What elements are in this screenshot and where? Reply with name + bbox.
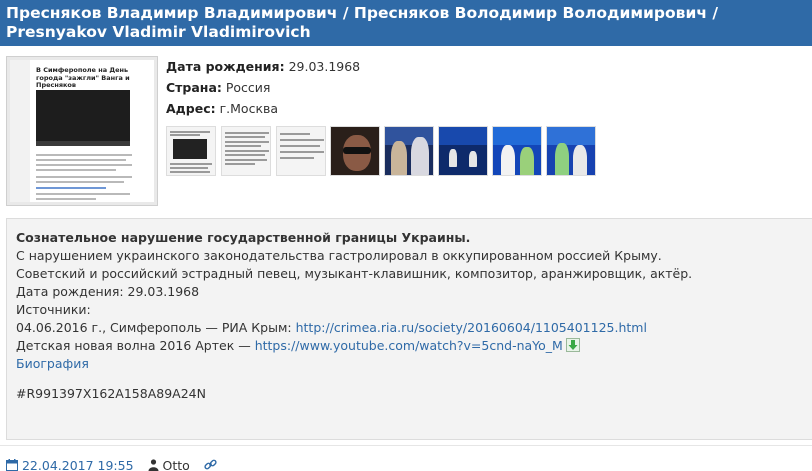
calendar-icon [6,459,18,471]
page-title: Пресняков Владимир Владимирович / Пресня… [6,4,719,41]
country-label: Страна: [166,80,222,95]
source-row: Детская новая волна 2016 Артек — https:/… [16,337,812,355]
gallery-thumbnail[interactable] [166,126,216,176]
gallery-thumbnail[interactable] [276,126,326,176]
post-date[interactable]: 22.04.2017 19:55 [22,458,134,471]
page-header: Пресняков Владимир Владимирович / Пресня… [0,0,812,46]
address-row: Адрес: г.Москва [166,98,360,119]
biography-link[interactable]: Биография [16,356,89,371]
notice-heading: Сознательное нарушение государственной г… [16,230,471,245]
country-value: Россия [225,80,271,95]
post-author[interactable]: Otto [163,458,190,471]
user-icon [148,459,159,471]
article-headline: В Симферополе на День города "зажгли" Ва… [36,66,130,89]
notice-line: Дата рождения: 29.03.1968 [16,284,200,299]
gallery-thumbnail[interactable] [221,126,271,176]
video-frame [36,90,130,146]
source-text: Детская новая волна 2016 Артек — [16,338,255,353]
source-text: 04.06.2016 г., Симферополь — РИА Крым: [16,320,296,335]
download-icon[interactable] [565,338,580,352]
source-link[interactable]: https://www.youtube.com/watch?v=5cnd-naY… [255,338,563,353]
country-row: Страна: Россия [166,77,360,98]
violation-notice: Сознательное нарушение государственной г… [6,218,812,440]
link-icon[interactable] [204,458,217,471]
birth-value: 29.03.1968 [288,59,361,74]
main-photo[interactable]: В Симферополе на День города "зажгли" Ва… [6,56,158,206]
birth-label: Дата рождения: [166,59,285,74]
source-row: 04.06.2016 г., Симферополь — РИА Крым: h… [16,319,812,337]
gallery-thumbnail[interactable] [330,126,380,176]
notice-line: Источники: [16,302,91,317]
gallery-thumbnail[interactable] [492,126,542,176]
article-screenshot: В Симферополе на День города "зажгли" Ва… [10,60,154,202]
notice-line: С нарушением украинского законодательств… [16,248,662,263]
birth-row: Дата рождения: 29.03.1968 [166,56,360,77]
notice-line: Советский и российский эстрадный певец, … [16,266,693,281]
person-info: Дата рождения: 29.03.1968 Страна: Россия… [166,56,360,119]
address-label: Адрес: [166,101,216,116]
record-hash: #R991397X162A158A89A24N [16,386,206,401]
gallery-thumbnail[interactable] [546,126,596,176]
post-footer: 22.04.2017 19:55 Otto [0,445,812,471]
gallery-thumbnail[interactable] [384,126,434,176]
address-value: г.Москва [219,101,279,116]
gallery-thumbnail[interactable] [438,126,488,176]
source-link[interactable]: http://crimea.ria.ru/society/20160604/11… [296,320,647,335]
profile-section: В Симферополе на День города "зажгли" Ва… [0,52,812,210]
